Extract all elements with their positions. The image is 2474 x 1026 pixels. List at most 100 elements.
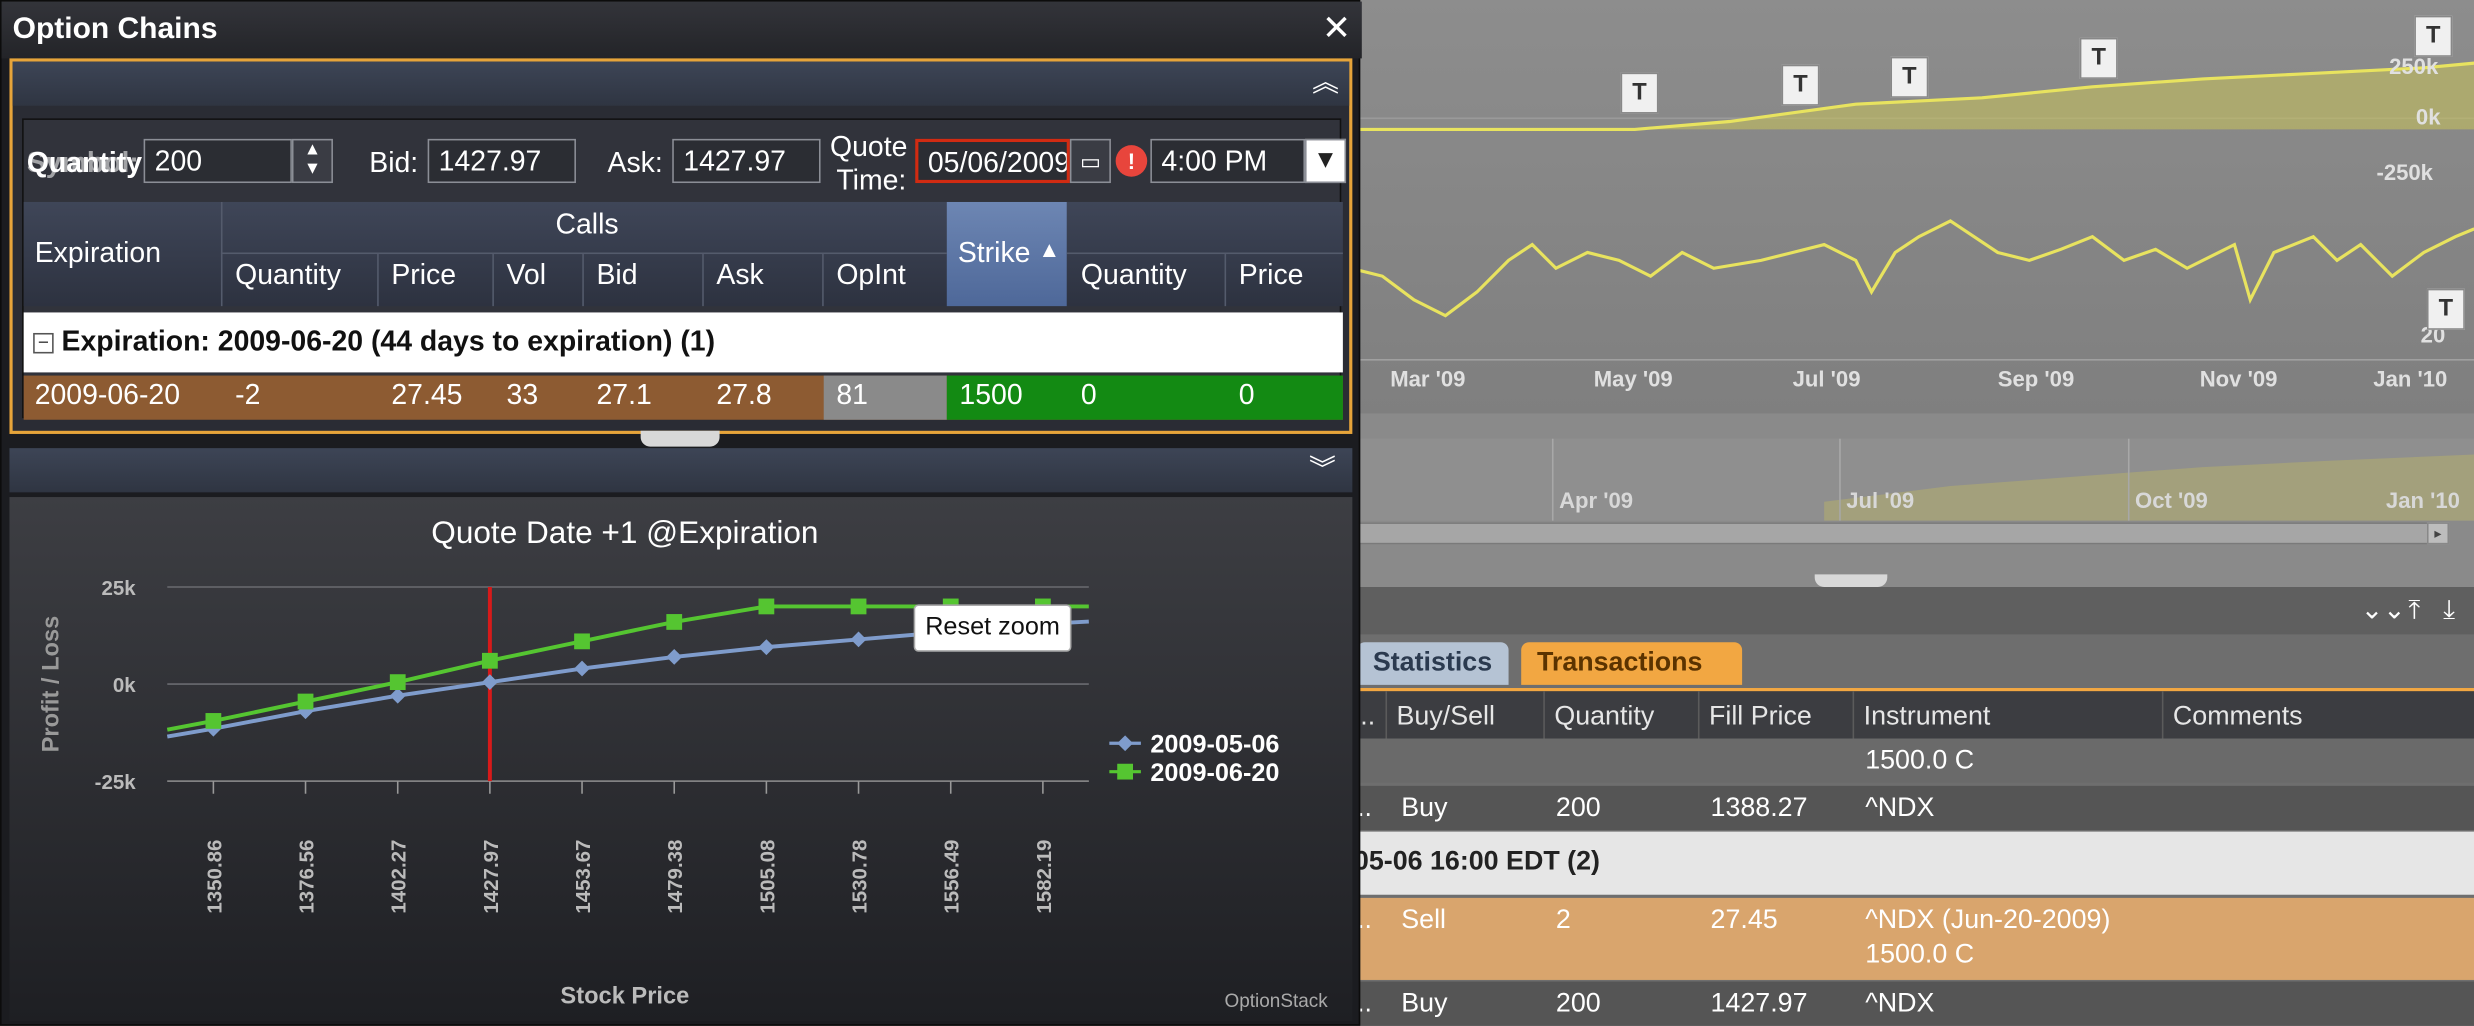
put-price-header[interactable]: Price bbox=[1228, 259, 1304, 292]
transactions-panel: ⌄⌄ ⤒ ⤓ Statistics Transactions .. Buy/Se… bbox=[1350, 587, 2474, 1026]
panel-splitter-handle[interactable] bbox=[1814, 574, 1888, 588]
call-quantity-header[interactable]: Quantity bbox=[224, 259, 341, 292]
collapse-down-icon[interactable]: ︾ bbox=[1305, 453, 1340, 488]
y-tick-label: -25k bbox=[95, 771, 137, 794]
x-tick-label: 1402.27 bbox=[388, 840, 411, 914]
price-history-chart[interactable]: Mar '09 May '09 Jul '09 Sep '09 Nov '09 … bbox=[1350, 0, 2474, 414]
y-tick-label: 25k bbox=[101, 577, 136, 600]
col-fill-price[interactable]: Fill Price bbox=[1697, 691, 1853, 742]
collapse-icon[interactable]: ⌄⌄ bbox=[2361, 593, 2406, 628]
call-quantity-cell[interactable]: -2 bbox=[235, 379, 260, 412]
navigator-scrollbar[interactable] bbox=[1350, 522, 2431, 545]
data-point-marker bbox=[205, 713, 222, 729]
instrument-cell: ^NDX bbox=[1865, 792, 1935, 823]
nav-month-label: Oct '09 bbox=[2135, 487, 2208, 513]
move-top-icon[interactable]: ⤒ bbox=[2397, 593, 2432, 628]
data-point-marker bbox=[850, 631, 867, 648]
group-row[interactable]: 05-06 16:00 EDT (2) bbox=[1350, 831, 2474, 895]
data-point-marker bbox=[666, 614, 683, 630]
trade-marker[interactable]: T bbox=[1620, 72, 1659, 114]
profit-loss-chart[interactable]: Quote Date +1 @Expiration 25k 0k -25k 1350.8… bbox=[9, 497, 1353, 1021]
fill-price-cell: 1427.97 bbox=[1710, 987, 1808, 1018]
close-icon[interactable]: ✕ bbox=[1318, 10, 1356, 49]
call-opint-header[interactable]: OpInt bbox=[825, 259, 905, 292]
brand-label: OptionStack bbox=[1224, 989, 1328, 1012]
calendar-icon[interactable]: ▭ bbox=[1069, 138, 1111, 184]
col-instrument[interactable]: Instrument bbox=[1852, 691, 2162, 742]
instrument-cell: ^NDX bbox=[1865, 987, 1935, 1018]
call-ask-cell: 27.8 bbox=[716, 378, 772, 411]
time-input[interactable]: 4:00 PM bbox=[1150, 138, 1306, 184]
scroll-right-arrow-icon[interactable]: ▸ bbox=[2426, 522, 2450, 545]
time-dropdown-chevron-icon[interactable]: ▼ bbox=[1305, 138, 1347, 184]
download-icon[interactable]: ⤓ bbox=[2432, 593, 2467, 628]
group-label: 05-06 16:00 EDT (2) bbox=[1353, 845, 1600, 876]
grid-header: Strike ▲ Expiration Calls Quantity Price… bbox=[23, 201, 1343, 307]
trade-marker[interactable]: T bbox=[1781, 64, 1820, 106]
call-vol-header[interactable]: Vol bbox=[495, 259, 546, 292]
trade-marker[interactable]: T bbox=[1890, 56, 1929, 98]
transactions-header: .. Buy/Sell Quantity Fill Price Instrume… bbox=[1350, 688, 2474, 742]
calls-group-header: Calls bbox=[555, 208, 619, 240]
strike-header-label: Strike bbox=[957, 236, 1031, 269]
y-label: -250k bbox=[2376, 159, 2433, 185]
ask-field[interactable]: 1427.97 bbox=[672, 138, 821, 184]
data-point-marker bbox=[297, 693, 314, 710]
data-point-marker bbox=[850, 598, 867, 615]
ask-label: Ask: bbox=[607, 146, 663, 179]
table-row[interactable]: 1500.0 C bbox=[1350, 738, 2474, 783]
panel-splitter-handle[interactable] bbox=[640, 430, 720, 447]
table-row[interactable]: .. Sell 2 27.45 ^NDX (Jun-20-2009) 1500.… bbox=[1350, 897, 2474, 980]
instrument-cell: ^NDX (Jun-20-2009) bbox=[1865, 904, 2111, 935]
bid-label: Bid: bbox=[369, 146, 419, 179]
table-row[interactable]: .. Buy 200 1388.27 ^NDX bbox=[1350, 785, 2474, 831]
call-bid-header[interactable]: Bid bbox=[585, 259, 637, 292]
call-ask-header[interactable]: Ask bbox=[705, 259, 763, 292]
put-quantity-cell[interactable]: 0 bbox=[1081, 379, 1097, 412]
x-tick-label: 1376.56 bbox=[295, 840, 318, 914]
col-buy-sell[interactable]: Buy/Sell bbox=[1385, 691, 1543, 742]
instrument-strike-cell: 1500.0 C bbox=[1865, 938, 1975, 969]
col-comments[interactable]: Comments bbox=[2161, 691, 2474, 742]
trade-marker[interactable]: T bbox=[2079, 37, 2118, 79]
table-row[interactable]: .. Buy 200 1427.97 ^NDX bbox=[1350, 981, 2474, 1026]
tab-transactions[interactable]: Transactions bbox=[1521, 642, 1743, 685]
data-point-marker bbox=[666, 648, 683, 665]
data-point-marker bbox=[758, 639, 775, 656]
expiration-group-row[interactable]: − Expiration: 2009-06-20 (44 days to exp… bbox=[23, 312, 1343, 373]
table-row[interactable]: 2009-06-20 -2 27.45 33 27.1 27.8 81 1500… bbox=[23, 375, 1343, 420]
trade-marker[interactable]: T bbox=[2426, 288, 2465, 330]
data-point-marker bbox=[389, 687, 406, 704]
put-quantity-header[interactable]: Quantity bbox=[1070, 259, 1187, 292]
quote-date-input[interactable]: 05/06/2009 bbox=[915, 138, 1070, 184]
col-quantity[interactable]: Quantity bbox=[1543, 691, 1698, 742]
expiration-header[interactable]: Expiration bbox=[24, 237, 161, 270]
strike-cell: 1500 bbox=[959, 378, 1023, 411]
reset-zoom-button[interactable]: Reset zoom bbox=[913, 604, 1072, 652]
tab-statistics[interactable]: Statistics bbox=[1357, 642, 1509, 685]
collapse-group-icon[interactable]: − bbox=[33, 333, 54, 354]
trade-marker[interactable]: T bbox=[2414, 15, 2453, 57]
profit-loss-svg: Quote Date +1 @Expiration 25k 0k -25k 1350.8… bbox=[38, 514, 1279, 1010]
bid-field[interactable]: 1427.97 bbox=[427, 138, 576, 184]
quantity-stepper[interactable]: ▲ ▼ bbox=[291, 138, 333, 184]
month-label: Nov '09 bbox=[2199, 366, 2278, 392]
nav-month-label: Jul '09 bbox=[1846, 487, 1915, 513]
legend-marker bbox=[1117, 735, 1134, 752]
x-axis-label: Stock Price bbox=[560, 984, 689, 1010]
navigator-chart[interactable]: Apr '09 Jul '09 Oct '09 Jan '10 bbox=[1350, 438, 2474, 521]
x-tick-label: 1505.08 bbox=[756, 840, 779, 914]
option-chain-grid-container: Symbol: Quantity: 200 ▲ ▼ Bid: 1427.97 As… bbox=[22, 118, 1347, 420]
panel-toolbar: ⌄⌄ ⤒ ⤓ bbox=[1350, 587, 2474, 635]
quantity-input[interactable]: 200 bbox=[143, 138, 292, 184]
collapse-up-icon[interactable]: ︽ bbox=[1308, 66, 1343, 101]
window-titlebar[interactable]: Option Chains ✕ bbox=[1, 1, 1362, 59]
x-tick-label: 1530.78 bbox=[848, 840, 871, 914]
x-tick-label: 1350.86 bbox=[203, 840, 226, 914]
legend-label: 2009-06-20 bbox=[1150, 759, 1279, 787]
panel-header: ︽ bbox=[12, 61, 1350, 106]
legend-marker bbox=[1117, 763, 1134, 780]
y-label: 250k bbox=[2389, 53, 2439, 79]
strike-column-header[interactable]: Strike ▲ bbox=[946, 201, 1067, 307]
call-price-header[interactable]: Price bbox=[380, 259, 456, 292]
